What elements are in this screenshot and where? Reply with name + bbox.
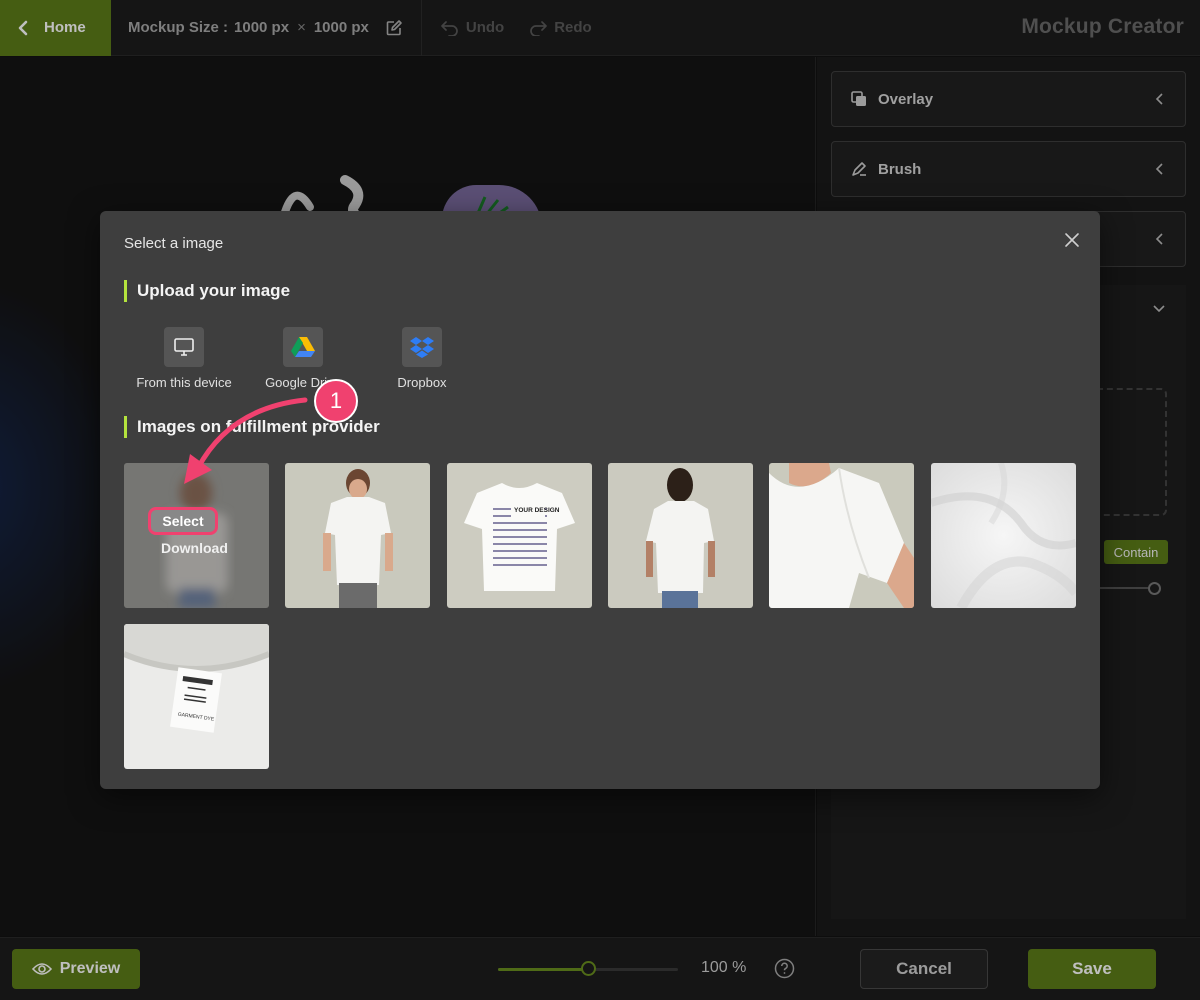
thumbnail-image: YOUR DESIGN — [447, 463, 592, 608]
flat-tee-text: YOUR DESIGN — [514, 507, 560, 514]
thumbnail-woman-white-tee-back[interactable] — [608, 463, 753, 608]
thumbnail-tee-shoulder-closeup[interactable] — [769, 463, 914, 608]
thumbnail-image: GARMENT DYE — [124, 624, 269, 769]
source-this-device[interactable]: From this device — [124, 327, 244, 390]
thumbnail-white-fabric-folds[interactable] — [931, 463, 1076, 608]
download-button[interactable]: Download — [161, 540, 228, 556]
thumbnail-image — [608, 463, 753, 608]
thumbnail-image — [769, 463, 914, 608]
dropbox-icon — [410, 337, 434, 358]
annotation-arrow — [184, 397, 308, 484]
upload-heading: Upload your image — [124, 280, 290, 302]
source-dropbox[interactable]: Dropbox — [362, 327, 482, 390]
google-drive-icon — [291, 337, 315, 357]
select-button[interactable]: Select — [148, 507, 218, 535]
thumbnail-neck-label-closeup[interactable]: GARMENT DYE — [124, 624, 269, 769]
thumbnail-image — [931, 463, 1076, 608]
thumbnail-flat-tee-your-design[interactable]: YOUR DESIGN — [447, 463, 592, 608]
source-tile — [164, 327, 204, 367]
source-label: Dropbox — [397, 375, 447, 390]
source-tile — [283, 327, 323, 367]
step-number-badge: 1 — [314, 379, 358, 423]
close-icon[interactable] — [1062, 230, 1082, 250]
monitor-icon — [174, 338, 194, 356]
source-tile — [402, 327, 442, 367]
modal-title: Select a image — [124, 235, 224, 252]
select-image-modal: Select a image Upload your image From th… — [100, 211, 1100, 789]
